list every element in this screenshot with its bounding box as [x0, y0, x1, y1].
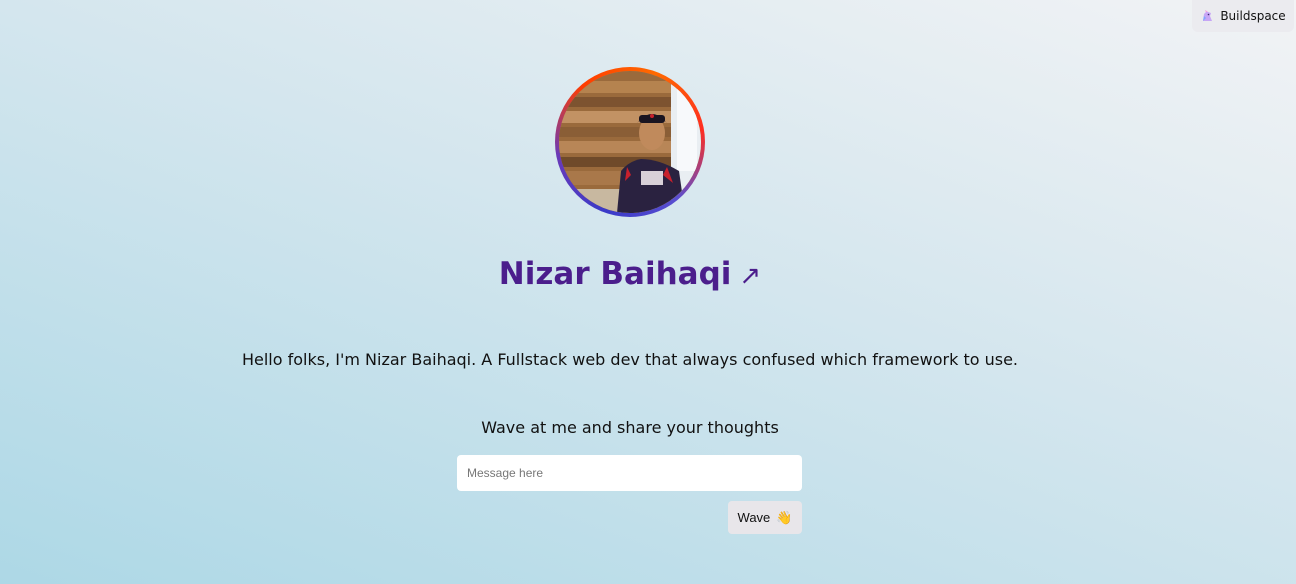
avatar-ring — [555, 67, 705, 217]
message-input[interactable] — [457, 455, 802, 491]
external-link-icon: ↗ — [739, 261, 762, 291]
profile-bio: Hello folks, I'm Nizar Baihaqi. A Fullst… — [241, 350, 1018, 369]
profile-name: Nizar Baihaqi — [498, 256, 732, 292]
wave-button[interactable]: Wave 👋 — [728, 501, 802, 534]
unicorn-icon — [1200, 9, 1214, 23]
buildspace-label: Buildspace — [1220, 9, 1286, 23]
waving-hand-icon: 👋 — [776, 509, 793, 525]
buildspace-button[interactable]: Buildspace — [1192, 0, 1294, 32]
profile-name-heading[interactable]: Nizar Baihaqi ↗ — [0, 256, 1260, 292]
avatar — [559, 71, 701, 213]
wave-prompt: Wave at me and share your thoughts — [481, 418, 779, 437]
wave-button-label: Wave — [737, 510, 771, 525]
